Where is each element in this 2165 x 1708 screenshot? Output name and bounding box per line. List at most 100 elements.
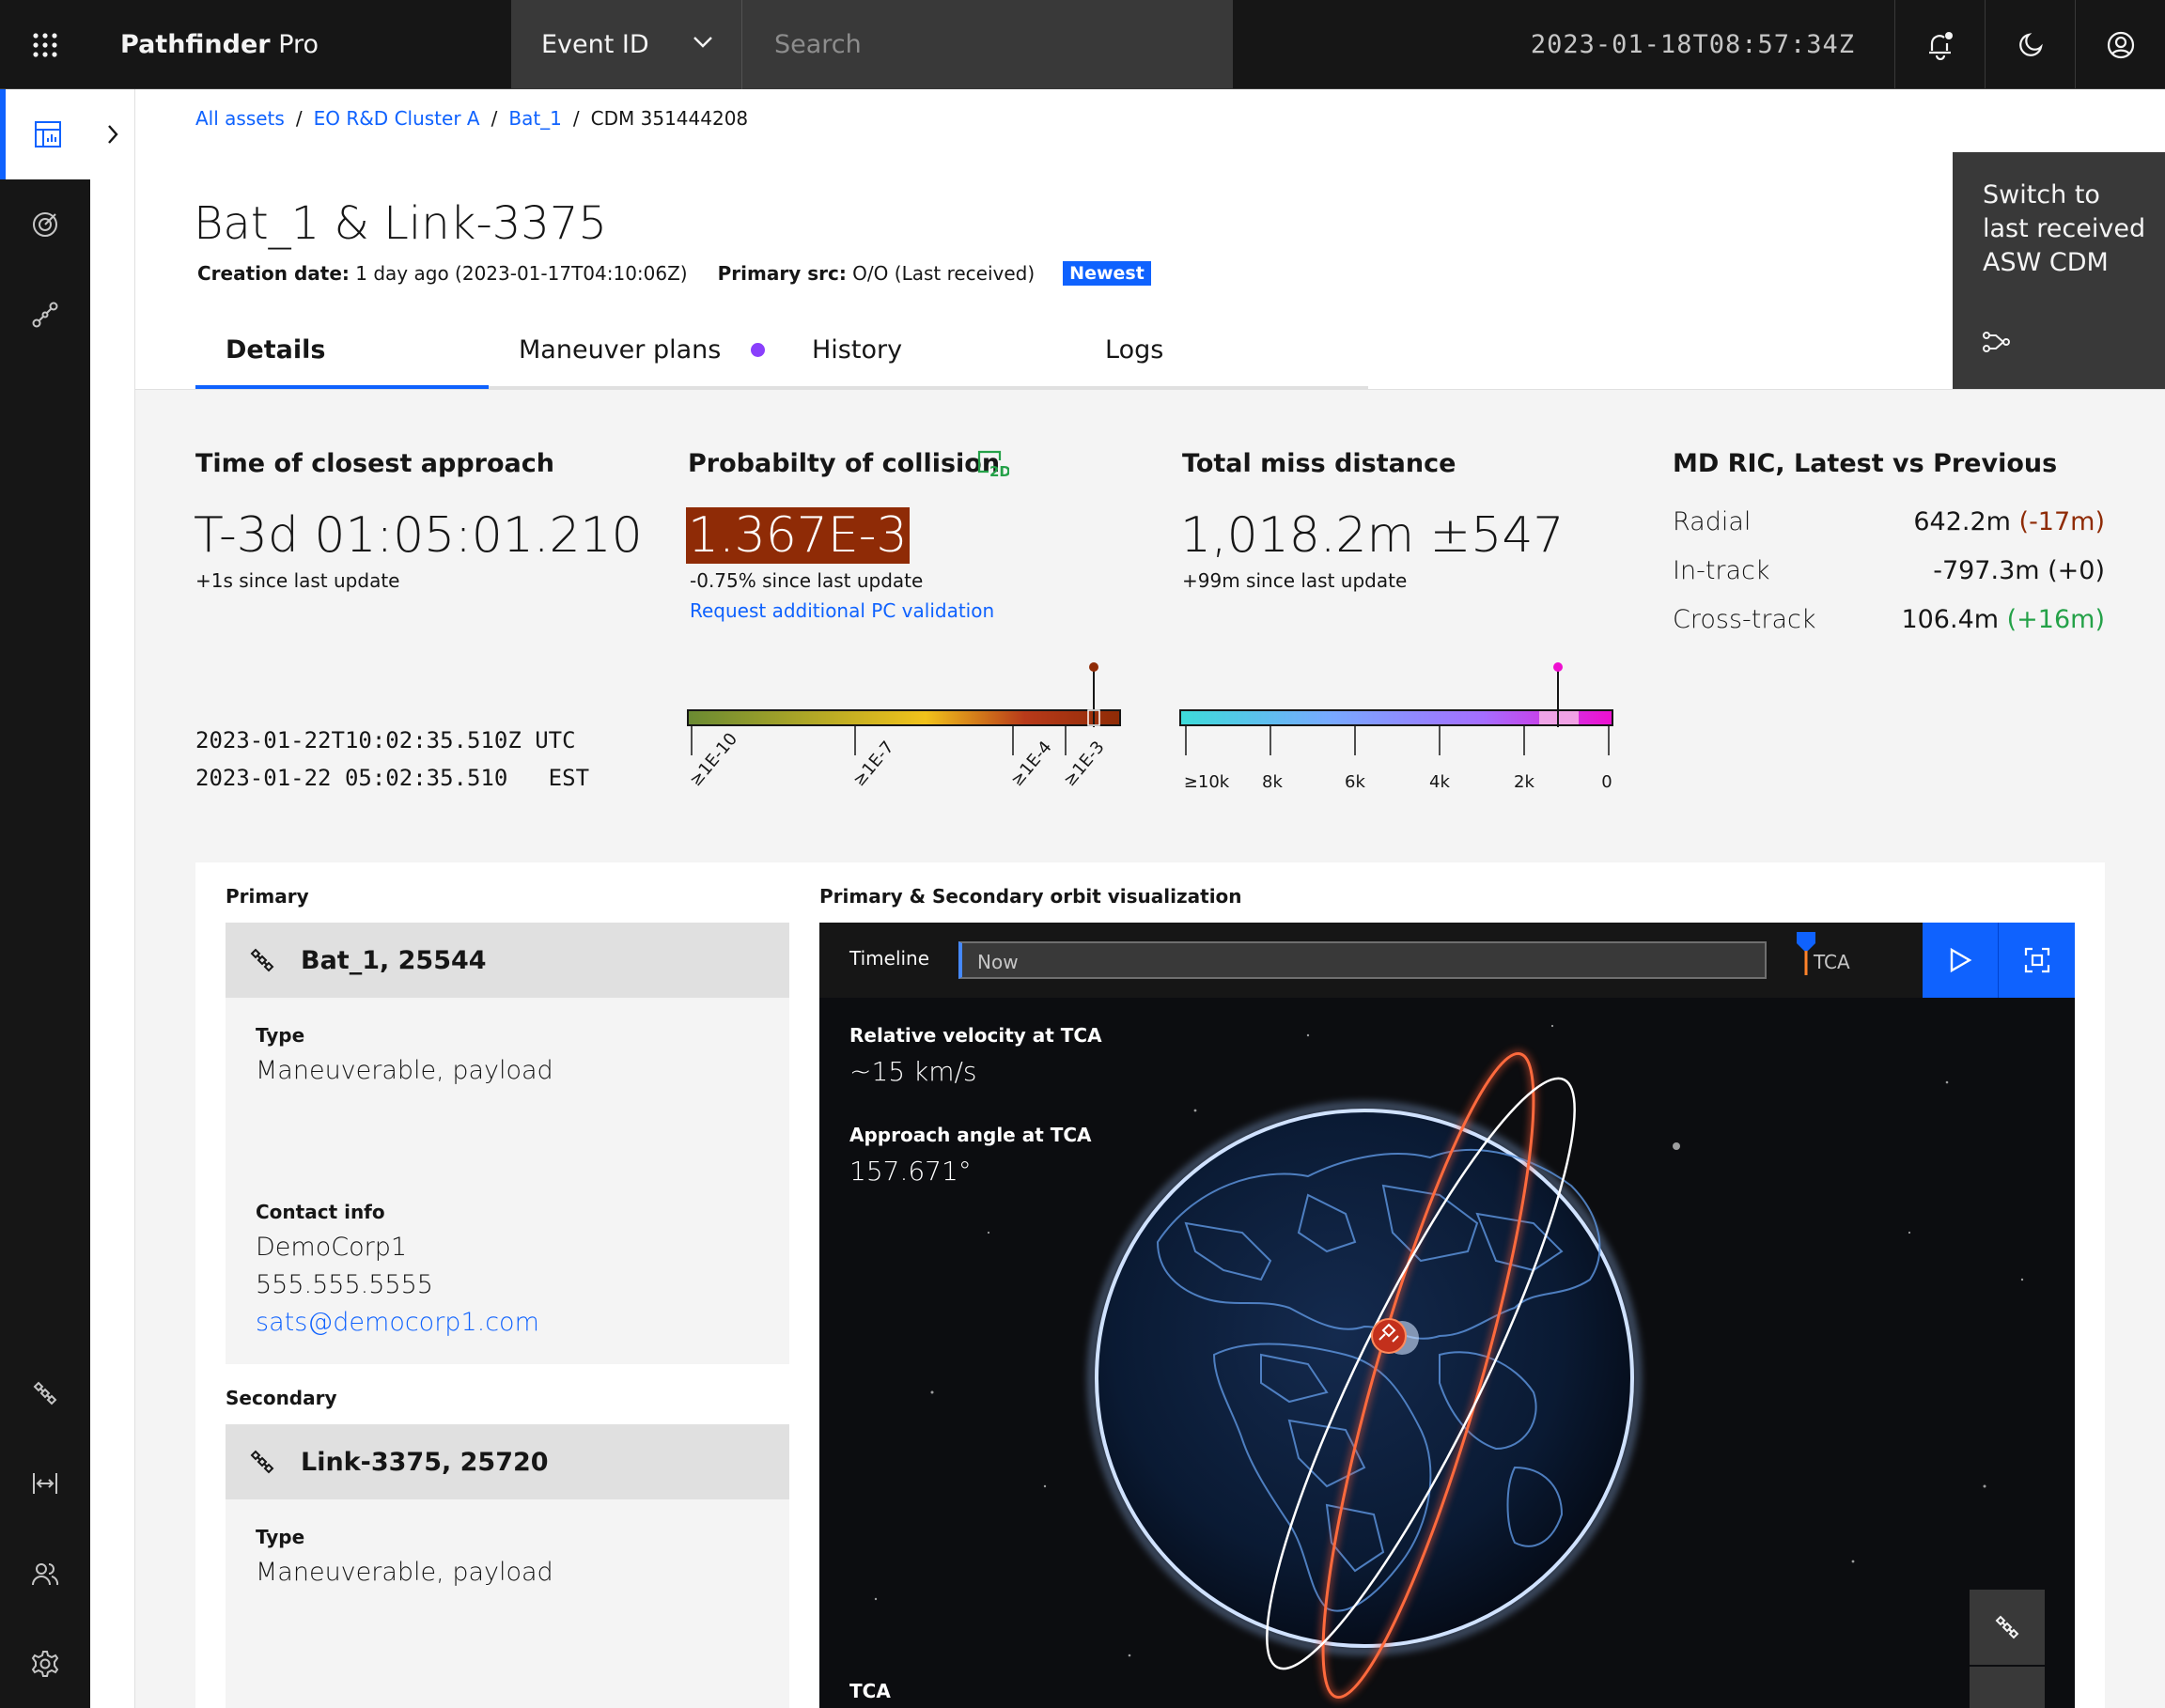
pc-value: 1.367E-3 (686, 507, 910, 564)
tab-bar: Details Maneuver plans History Logs (195, 314, 1368, 389)
relative-velocity-value: ~15 km/s (849, 1056, 977, 1087)
tca-bottom-label: TCA (849, 1680, 891, 1702)
pc-marker-dot (1089, 662, 1098, 672)
event-id-dropdown[interactable]: Event ID (511, 0, 742, 89)
ric-title: MD RIC, Latest vs Previous (1673, 449, 2058, 478)
tab-history[interactable]: History (782, 314, 1075, 389)
breadcrumb: All assets / EO R&D Cluster A / Bat_1 / CDM… (195, 107, 748, 130)
ric-change: (+0) (2048, 556, 2105, 585)
app-brand[interactable]: Pathfinder Pro (120, 0, 319, 89)
secondary-type-value: Maneuverable, payload (256, 1558, 553, 1587)
switch-cdm-button[interactable]: Switch to last received ASW CDM (1953, 152, 2165, 389)
primary-object-header[interactable]: Bat_1, 25544 (226, 923, 789, 998)
settings-gear-icon (31, 1651, 59, 1677)
tca-title: Time of closest approach (195, 449, 554, 478)
timeline-tca-label: TCA (1814, 951, 1850, 973)
pc-tick-label: ≥1E-7 (849, 738, 898, 790)
play-icon (1950, 947, 1972, 973)
user-profile-button[interactable] (2075, 0, 2165, 89)
sidebar-item-compare[interactable] (0, 1438, 90, 1529)
space-scene: Relative velocity at TCA ~15 km/s Approa… (819, 998, 2075, 1708)
secondary-object-details (226, 1499, 789, 1708)
switch-line-2: last received (1983, 214, 2146, 243)
ric-row-cross-track: Cross-track 106.4m (+16m) (1673, 605, 2105, 634)
2d-view-icon[interactable]: 2D (975, 449, 1009, 479)
primary-contact-company: DemoCorp1 (256, 1233, 408, 1262)
brand-suffix: Pro (270, 30, 319, 59)
sidebar-item-users[interactable] (0, 1529, 90, 1619)
sidebar-item-target[interactable] (0, 179, 90, 270)
miss-tick-label: ≥10k (1184, 772, 1230, 792)
search-placeholder: Search (774, 30, 862, 59)
theme-toggle-button[interactable] (1985, 0, 2075, 89)
tab-details[interactable]: Details (195, 314, 489, 389)
left-sidebar (0, 89, 90, 1708)
pc-delta: -0.75% since last update (690, 569, 924, 592)
page-title: Bat_1 & Link-3375 (194, 197, 607, 250)
sidebar-expand-button[interactable] (90, 89, 135, 179)
satellite-icon (33, 1381, 57, 1405)
new-indicator-dot (751, 343, 766, 357)
tab-label: Details (226, 334, 326, 365)
sidebar-rail (90, 179, 135, 1708)
tca-utc-datetime: 2023-01-22T10:02:35.510Z UTC (195, 727, 576, 753)
primary-src-label: Primary src: (717, 262, 847, 285)
secondary-object-name: Link-3375, 25720 (301, 1447, 549, 1477)
notifications-button[interactable] (1894, 0, 1985, 89)
users-icon (32, 1563, 59, 1586)
miss-tick-label: 2k (1514, 772, 1534, 792)
ric-row-radial: Radial 642.2m (-17m) (1673, 507, 2105, 536)
switch-line-1: Switch to (1983, 180, 2100, 210)
sidebar-item-routes[interactable] (0, 270, 90, 360)
ric-number: 106.4m (1901, 605, 2007, 634)
breadcrumb-link-cluster[interactable]: EO R&D Cluster A (314, 107, 480, 130)
tca-est-datetime: 2023-01-22 05:02:35.510 EST (195, 765, 590, 791)
globe-scene (874, 1024, 2024, 1701)
compare-arrows-icon (33, 1473, 57, 1494)
miss-distance-title: Total miss distance (1182, 449, 1456, 478)
sidebar-item-settings[interactable] (0, 1619, 90, 1708)
fullscreen-icon (2024, 947, 2049, 973)
ric-row-in-track: In-track -797.3m (+0) (1673, 556, 2105, 585)
primary-src-value: O/O (Last received) (846, 262, 1036, 285)
event-id-label: Event ID (541, 30, 649, 59)
tab-maneuver-plans[interactable]: Maneuver plans (489, 314, 782, 389)
satellite-icon (250, 1450, 274, 1474)
secondary-object-header[interactable]: Link-3375, 25720 (226, 1424, 789, 1499)
pc-tick-label: ≥1E-4 (1007, 738, 1056, 790)
miss-distance-delta: +99m since last update (1182, 569, 1408, 592)
breadcrumb-link-all-assets[interactable]: All assets (195, 107, 285, 130)
flow-connection-icon (1983, 332, 2010, 352)
sidebar-item-dashboard[interactable] (0, 89, 90, 179)
app-switcher-button[interactable] (0, 0, 90, 89)
miss-tick-label: 4k (1429, 772, 1450, 792)
sidebar-item-satellites[interactable] (0, 1348, 90, 1438)
tab-logs[interactable]: Logs (1075, 314, 1368, 389)
target-icon (33, 212, 57, 237)
utc-clock: 2023-01-18T08:57:34Z (1530, 30, 1855, 59)
timeline-slider[interactable]: Now TCA (958, 932, 1850, 979)
request-pc-validation-link[interactable]: Request additional PC validation (690, 599, 994, 622)
ric-value: 106.4m (+16m) (1901, 605, 2105, 634)
miss-tick-label: 0 (1601, 772, 1612, 792)
secondary-type-label: Type (256, 1526, 305, 1548)
primary-contact-email-link[interactable]: sats@democorp1.com (256, 1308, 539, 1337)
tab-label: Logs (1105, 335, 1164, 365)
focus-satellite-button[interactable] (1970, 1590, 2045, 1665)
orbit-visualization[interactable]: Timeline Now TCA Relative velocity at TC… (819, 923, 2075, 1708)
view-control-button[interactable] (1970, 1667, 2045, 1708)
svg-text:2D: 2D (989, 463, 1009, 479)
breadcrumb-link-asset[interactable]: Bat_1 (508, 107, 562, 130)
pc-gradient (687, 709, 1121, 726)
fullscreen-button[interactable] (1999, 923, 2075, 998)
search-input[interactable]: Search (742, 0, 1233, 89)
notification-bell-icon (1928, 31, 1953, 60)
miss-distance-value: 1,018.2m ±547 (1180, 507, 1565, 564)
pc-tick-label: ≥1E-3 (1060, 738, 1109, 790)
primary-object-name: Bat_1, 25544 (301, 945, 487, 975)
pc-title-text: Probabilty of collision (688, 449, 1001, 478)
breadcrumb-current: CDM 351444208 (590, 107, 749, 130)
ric-label: Radial (1673, 507, 1752, 536)
tca-delta: +1s since last update (195, 569, 400, 592)
play-button[interactable] (1923, 923, 1999, 998)
